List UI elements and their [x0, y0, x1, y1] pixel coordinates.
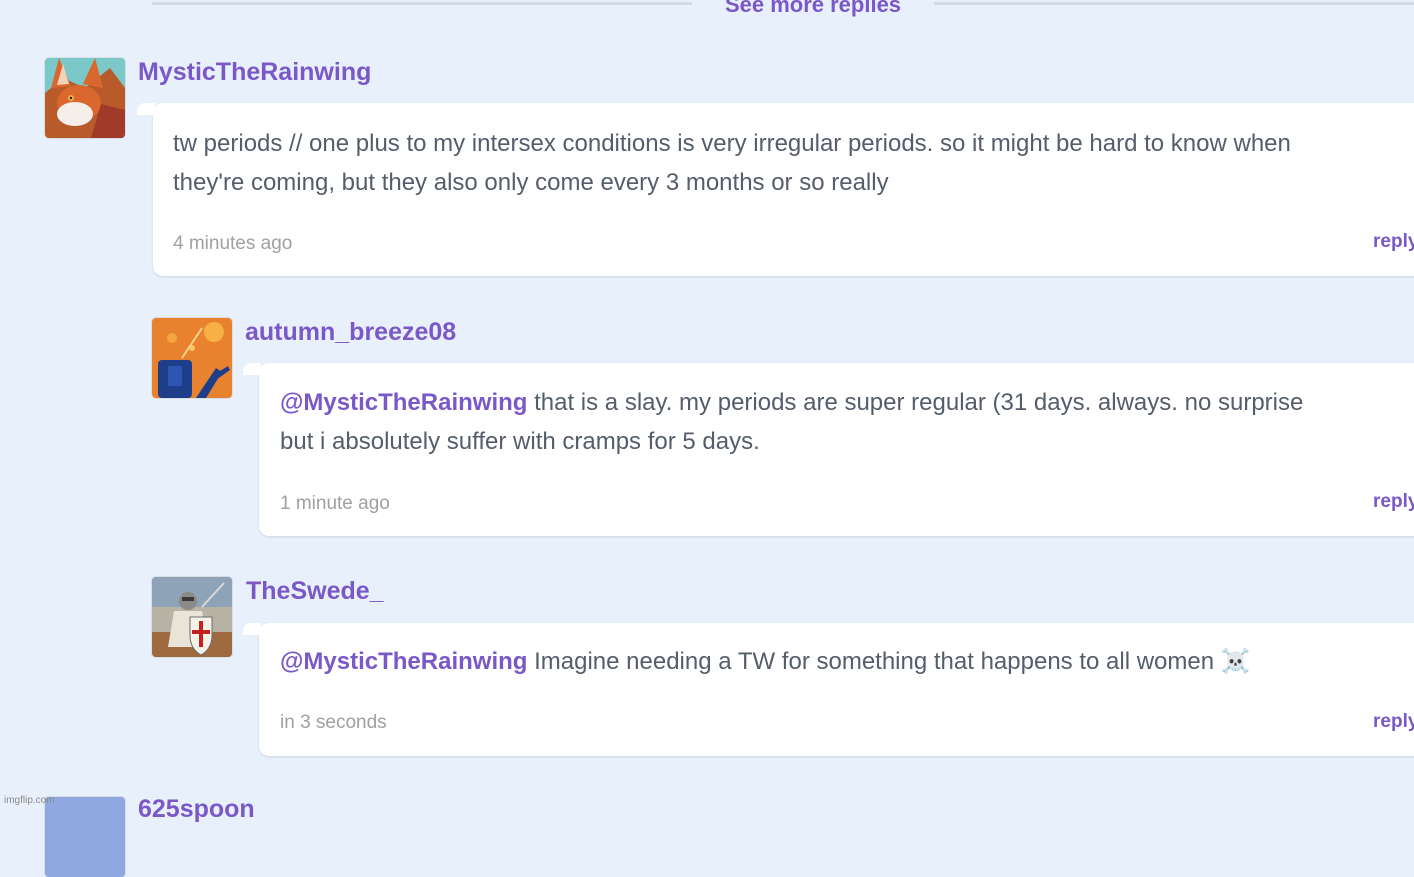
avatar[interactable] [45, 797, 125, 877]
knight-avatar-icon [152, 577, 232, 657]
comment-username[interactable]: autumn_breeze08 [245, 317, 456, 347]
comment-line: tw periods // one plus to my intersex co… [173, 130, 1291, 157]
comment-text: @MysticTheRainwing that is a slay. my pe… [280, 383, 1303, 461]
comment-timestamp: 1 minute ago [280, 493, 390, 514]
user-mention-link[interactable]: @MysticTheRainwing [280, 389, 527, 416]
bubble-tail [137, 103, 155, 115]
autumn-avatar-icon [152, 318, 232, 398]
divider-right [934, 2, 1414, 5]
bubble-tail [243, 623, 261, 635]
reply-button[interactable]: reply [1373, 231, 1414, 253]
comment-line: @MysticTheRainwing that is a slay. my pe… [280, 383, 1303, 422]
watermark: imgflip.com [4, 795, 55, 806]
comment-line: they're coming, but they also only come … [173, 169, 889, 196]
comment-line: but i absolutely suffer with cramps for … [280, 428, 760, 455]
divider-left [152, 2, 692, 5]
avatar[interactable] [152, 577, 232, 657]
avatar[interactable] [152, 318, 232, 398]
comment-username[interactable]: 625spoon [138, 794, 255, 824]
reply-button[interactable]: reply [1373, 491, 1414, 513]
fox-avatar-icon [45, 58, 125, 138]
reply-button[interactable]: reply [1373, 711, 1414, 733]
comment-username[interactable]: TheSwede_ [246, 576, 384, 606]
comment-timestamp: in 3 seconds [280, 712, 387, 733]
comment-text: @MysticTheRainwing Imagine needing a TW … [280, 642, 1251, 681]
comment-username[interactable]: MysticTheRainwing [138, 57, 371, 87]
comment-line-text: that is a slay. my periods are super reg… [527, 389, 1304, 416]
comment-timestamp: 4 minutes ago [173, 233, 293, 254]
comment-line: @MysticTheRainwing Imagine needing a TW … [280, 642, 1251, 681]
bubble-tail [243, 363, 261, 375]
avatar[interactable] [45, 58, 125, 138]
user-mention-link[interactable]: @MysticTheRainwing [280, 648, 527, 675]
comment-line-text: Imagine needing a TW for something that … [527, 648, 1251, 675]
comment-text: tw periods // one plus to my intersex co… [173, 124, 1291, 202]
spoon-avatar-icon [45, 797, 125, 877]
see-more-replies-link[interactable]: See more replies [692, 0, 934, 16]
